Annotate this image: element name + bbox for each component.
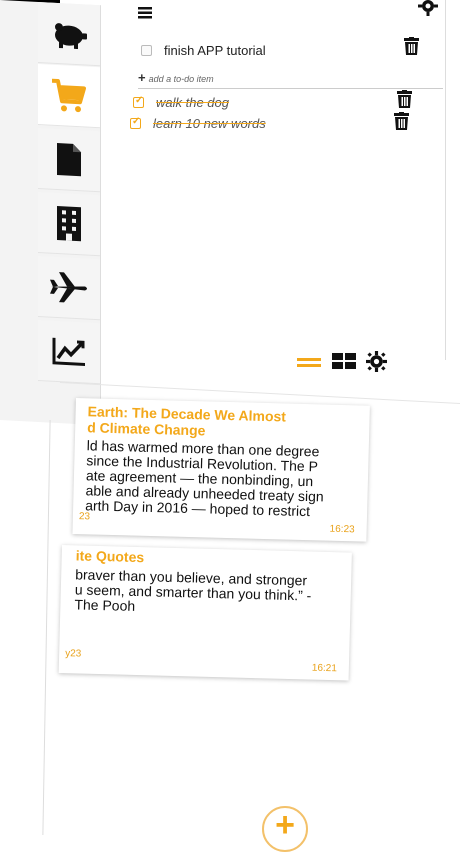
file-icon	[57, 142, 81, 177]
building-icon	[57, 205, 81, 242]
trash-icon[interactable]	[396, 90, 413, 108]
piggy-bank-icon	[55, 23, 87, 50]
content-divider	[42, 420, 51, 835]
trash-icon[interactable]	[393, 112, 410, 130]
note-time: 16:23	[329, 523, 355, 536]
panel-divider	[445, 0, 446, 360]
add-todo-placeholder: add a to-do item	[148, 74, 214, 84]
plus-icon: +	[138, 70, 146, 85]
todo-item-text: walk the dog	[156, 95, 229, 110]
todo-item[interactable]: walk the dog	[133, 95, 229, 110]
add-note-button[interactable]: +	[262, 806, 308, 852]
sidebar-item-shopping[interactable]	[38, 63, 100, 129]
todo-checkbox-checked[interactable]	[130, 116, 141, 129]
sidebar-item-documents[interactable]	[38, 127, 100, 193]
plus-icon: +	[275, 806, 295, 844]
todo-item[interactable]: learn 10 new words	[130, 116, 266, 131]
cart-icon	[52, 78, 86, 113]
list-view-icon[interactable]	[297, 356, 321, 368]
todo-item[interactable]: finish APP tutorial	[141, 43, 266, 58]
todo-checkbox-checked[interactable]	[133, 95, 144, 108]
note-date: 23	[78, 511, 91, 523]
gear-icon[interactable]	[418, 0, 438, 16]
note-time: 16:21	[311, 662, 337, 675]
grid-view-icon[interactable]	[332, 353, 356, 370]
note-body: ld has warmed more than one degree since…	[84, 437, 324, 520]
gear-icon[interactable]	[366, 351, 387, 372]
todo-item-text: learn 10 new words	[153, 116, 266, 131]
note-card[interactable]: Earth: The Decade We Almost d Climate Ch…	[72, 398, 370, 542]
sidebar-item-savings[interactable]	[38, 1, 100, 67]
airplane-icon	[50, 272, 87, 303]
note-body: braver than you believe, and stronger u …	[74, 566, 312, 614]
notes-toolbar	[60, 340, 460, 404]
sidebar-item-travel[interactable]	[38, 255, 100, 321]
add-todo-input[interactable]: + add a to-do item	[138, 70, 443, 89]
trash-icon[interactable]	[403, 37, 420, 55]
note-card[interactable]: ite Quotes braver than you believe, and …	[58, 545, 352, 681]
todo-checkbox[interactable]	[141, 45, 152, 56]
todo-item-text: finish APP tutorial	[164, 43, 266, 58]
note-date: y23	[65, 648, 82, 660]
sidebar-item-buildings[interactable]	[38, 191, 100, 257]
menu-icon[interactable]	[138, 6, 154, 19]
note-title: Earth: The Decade We Almost d Climate Ch…	[87, 403, 287, 439]
